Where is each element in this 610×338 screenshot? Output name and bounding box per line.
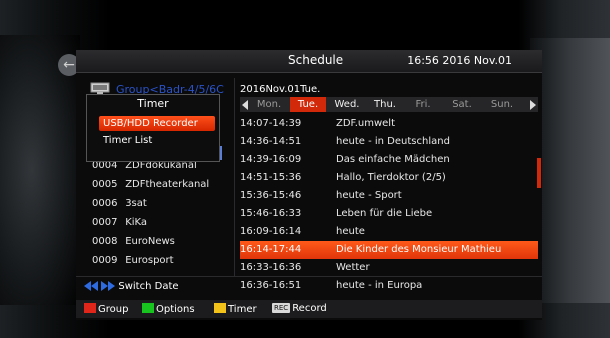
screen: ← Schedule 16:56 2016 Nov.01 Group<Badr-…: [0, 0, 610, 338]
popup-title: Timer: [137, 97, 169, 110]
event-time: 14:51-15:36: [240, 172, 302, 183]
event-time: 16:14-17:44: [240, 244, 302, 255]
event-time: 16:09-16:14: [240, 226, 302, 237]
event-title: Hallo, Tierdoktor (2/5): [336, 172, 446, 183]
channel-number: 0009: [92, 255, 118, 266]
event-row[interactable]: 14:36-14:51 heute - in Deutschland: [240, 133, 538, 151]
day-tab-sat[interactable]: Sat.: [444, 97, 480, 112]
event-title: heute - in Europa: [336, 280, 423, 291]
clock: 16:56 2016 Nov.01: [407, 54, 512, 67]
legend-label: Timer: [228, 304, 257, 315]
switch-date-label: Switch Date: [118, 281, 179, 292]
legend-bar: Group Options Timer REC Record: [76, 300, 542, 318]
legend-label: Options: [156, 304, 195, 315]
red-key-icon: [84, 303, 96, 313]
event-title: Wetter: [336, 262, 370, 273]
event-row[interactable]: 16:36-16:51 heute - in Europa: [240, 277, 538, 295]
event-row[interactable]: 16:33-16:36 Wetter: [240, 259, 538, 277]
day-tab-thu[interactable]: Thu.: [368, 97, 402, 112]
channel-number: 0008: [92, 236, 118, 247]
page-title: Schedule: [288, 53, 344, 67]
day-tab-tue[interactable]: Tue.: [290, 97, 326, 112]
event-title: heute - Sport: [336, 190, 402, 201]
event-row[interactable]: 14:51-15:36 Hallo, Tierdoktor (2/5): [240, 169, 538, 187]
event-row[interactable]: 15:36-15:46 heute - Sport: [240, 187, 538, 205]
background-right-image: [530, 38, 610, 303]
channel-number: 0006: [92, 198, 118, 209]
scrollbar-thumb[interactable]: [537, 158, 541, 188]
event-title: heute - in Deutschland: [336, 136, 450, 147]
legend-record[interactable]: REC Record: [272, 303, 327, 315]
legend-label: Group: [98, 304, 129, 315]
channel-item[interactable]: 0008 EuroNews: [76, 232, 234, 251]
event-row-selected[interactable]: 16:14-17:44 Die Kinder des Monsieur Mathi…: [240, 241, 538, 259]
channel-item[interactable]: 0009 Eurosport: [76, 251, 234, 270]
channel-item[interactable]: 0006 3sat: [76, 194, 234, 213]
day-selector: Mon. Tue. Wed. Thu. Fri. Sat. Sun.: [240, 97, 538, 112]
switch-date-hint: Switch Date: [84, 281, 179, 295]
channel-list: 0004 ZDFdokukanal 0005 ZDFtheaterkanal 0…: [76, 156, 234, 270]
channel-name: Eurosport: [125, 255, 174, 266]
rec-icon: REC: [272, 303, 291, 313]
channel-number: 0007: [92, 217, 118, 228]
event-title: Die Kinder des Monsieur Mathieu: [336, 244, 502, 255]
event-time: 16:33-16:36: [240, 262, 302, 273]
epg-panel: 2016Nov.01Tue. Mon. Tue. Wed. Thu. Fri. …: [240, 76, 542, 291]
yellow-key-icon: [214, 303, 226, 313]
current-date: 2016Nov.01Tue.: [240, 84, 321, 95]
event-time: 14:36-14:51: [240, 136, 302, 147]
event-title: heute: [336, 226, 365, 237]
legend-timer[interactable]: Timer: [214, 303, 257, 315]
channel-name: KiKa: [125, 217, 148, 228]
divider: [76, 276, 542, 277]
event-time: 15:36-15:46: [240, 190, 302, 201]
channel-list-panel: Group<Badr-4/5/6C 0 ( ( 0004 ZDFdokukana…: [76, 76, 234, 276]
event-row[interactable]: 16:09-16:14 heute: [240, 223, 538, 241]
channel-name: EuroNews: [125, 236, 175, 247]
title-bar: Schedule 16:56 2016 Nov.01: [76, 50, 542, 73]
event-time: 14:39-16:09: [240, 154, 302, 165]
channel-number: 0005: [92, 179, 118, 190]
event-row[interactable]: 14:07-14:39 ZDF.umwelt: [240, 115, 538, 133]
legend-options[interactable]: Options: [142, 303, 195, 315]
legend-group[interactable]: Group: [84, 303, 128, 315]
fast-forward-icon: [101, 281, 116, 291]
channel-item[interactable]: 0005 ZDFtheaterkanal: [76, 175, 234, 194]
divider: [234, 78, 235, 276]
event-time: 16:36-16:51: [240, 280, 302, 291]
day-tab-fri[interactable]: Fri.: [406, 97, 440, 112]
timer-list-option[interactable]: Timer List: [99, 133, 215, 148]
legend-label: Record: [292, 303, 327, 314]
event-row[interactable]: 14:39-16:09 Das einfache Mädchen: [240, 151, 538, 169]
green-key-icon: [142, 303, 154, 313]
rewind-icon: [84, 281, 98, 291]
event-title: Leben für die Liebe: [336, 208, 433, 219]
event-list: 14:07-14:39 ZDF.umwelt 14:36-14:51 heute -…: [240, 115, 538, 295]
event-title: ZDF.umwelt: [336, 118, 395, 129]
right-arrow-icon[interactable]: [530, 100, 536, 110]
day-tab-sun[interactable]: Sun.: [482, 97, 522, 112]
timer-popup: Timer USB/HDD Recorder Timer List: [86, 94, 220, 162]
day-tab-mon[interactable]: Mon.: [250, 97, 288, 112]
channel-item[interactable]: 0007 KiKa: [76, 213, 234, 232]
event-time: 14:07-14:39: [240, 118, 302, 129]
left-arrow-icon[interactable]: [242, 100, 248, 110]
schedule-panel: Schedule 16:56 2016 Nov.01 Group<Badr-4/…: [76, 50, 542, 320]
event-title: Das einfache Mädchen: [336, 154, 450, 165]
event-time: 15:46-16:33: [240, 208, 302, 219]
day-tab-wed[interactable]: Wed.: [330, 97, 364, 112]
channel-name: ZDFtheaterkanal: [125, 179, 210, 190]
usb-hdd-recorder-option[interactable]: USB/HDD Recorder: [99, 116, 215, 131]
event-row[interactable]: 15:46-16:33 Leben für die Liebe: [240, 205, 538, 223]
channel-name: 3sat: [125, 198, 147, 209]
